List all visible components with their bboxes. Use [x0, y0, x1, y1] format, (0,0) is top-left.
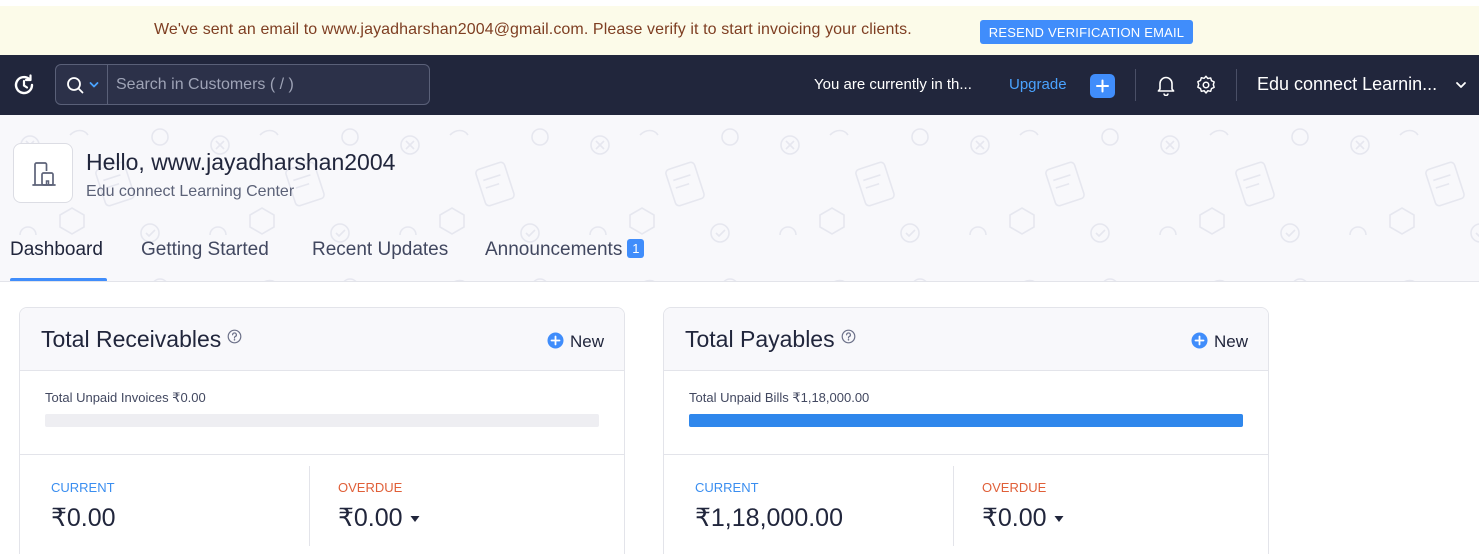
tab-recent-updates[interactable]: Recent Updates [312, 239, 448, 261]
card-header: Total Receivables New [20, 308, 624, 371]
greeting-heading: Hello, www.jayadharshan2004 [86, 149, 396, 175]
total-receivables-card: Total Receivables New Total Unpaid Invoi… [19, 307, 625, 554]
overdue-amount[interactable]: ₹0.00 [338, 503, 420, 533]
overdue-label: OVERDUE [338, 480, 403, 495]
new-bill-button[interactable]: New [1191, 332, 1248, 352]
nav-divider [1135, 69, 1136, 101]
card-title-text: Total Payables [685, 326, 835, 352]
current-label: CURRENT [51, 480, 115, 495]
overdue-amount[interactable]: ₹0.00 [982, 503, 1064, 533]
tab-getting-started[interactable]: Getting Started [141, 239, 269, 261]
overdue-amount-value: ₹0.00 [982, 504, 1047, 532]
verification-banner: We've sent an email to www.jayadharshan2… [0, 0, 1479, 55]
quick-create-button[interactable] [1090, 74, 1115, 98]
top-navbar: You are currently in th... Upgrade Edu c… [0, 55, 1479, 115]
refresh-logo-icon[interactable] [12, 73, 36, 97]
new-invoice-button[interactable]: New [547, 332, 604, 352]
organization-name: Edu connect Learning Center [86, 183, 295, 200]
tab-announcements[interactable]: Announcements 1 [485, 239, 645, 261]
caret-down-icon[interactable] [1054, 515, 1064, 523]
payables-progress-bar [689, 414, 1243, 427]
chevron-down-icon[interactable] [1455, 80, 1467, 90]
add-circle-icon [1191, 332, 1208, 349]
active-tab-indicator [10, 278, 107, 281]
bell-icon[interactable] [1156, 74, 1176, 96]
organization-avatar[interactable] [13, 143, 73, 203]
payables-progress-fill [689, 414, 1243, 427]
tab-dashboard[interactable]: Dashboard [10, 239, 103, 261]
current-label: CURRENT [695, 480, 759, 495]
unpaid-bills-label: Total Unpaid Bills ₹1,18,000.00 [689, 390, 870, 405]
current-amount[interactable]: ₹1,18,000.00 [695, 503, 843, 533]
receivables-progress-bar [45, 414, 599, 427]
chevron-down-icon[interactable] [89, 78, 99, 92]
new-button-label: New [1213, 332, 1248, 351]
announcements-count-badge: 1 [627, 239, 645, 258]
card-divider [20, 454, 624, 455]
resend-verification-button[interactable]: RESEND VERIFICATION EMAIL [980, 20, 1193, 44]
add-circle-icon [547, 332, 564, 349]
overdue-amount-value: ₹0.00 [338, 504, 403, 532]
organization-switcher[interactable]: Edu connect Learnin... [1257, 74, 1437, 95]
help-icon[interactable] [227, 329, 242, 344]
search-divider [107, 65, 108, 104]
unpaid-invoices-label: Total Unpaid Invoices ₹0.00 [45, 390, 206, 405]
help-icon[interactable] [841, 329, 856, 344]
search-box[interactable] [55, 64, 430, 105]
card-header: Total Payables New [664, 308, 1268, 371]
current-amount[interactable]: ₹0.00 [51, 503, 116, 533]
stat-divider [953, 466, 954, 546]
trial-status-text[interactable]: You are currently in th... [814, 76, 972, 93]
dashboard-header: Hello, www.jayadharshan2004 Edu connect … [0, 115, 1479, 282]
new-button-label: New [569, 332, 604, 351]
overdue-label: OVERDUE [982, 480, 1047, 495]
caret-down-icon[interactable] [410, 515, 420, 523]
stat-divider [309, 466, 310, 546]
card-title-text: Total Receivables [41, 326, 222, 352]
total-payables-card: Total Payables New Total Unpaid Bills ₹1… [663, 307, 1269, 554]
card-title: Total Receivables [41, 326, 242, 353]
search-icon[interactable] [66, 76, 86, 94]
banner-message: We've sent an email to www.jayadharshan2… [154, 21, 912, 38]
card-divider [664, 454, 1268, 455]
upgrade-link[interactable]: Upgrade [1009, 76, 1067, 93]
nav-divider [1236, 69, 1237, 101]
card-title: Total Payables [685, 326, 856, 353]
building-icon [32, 162, 56, 186]
plus-icon [1096, 79, 1109, 93]
gear-icon[interactable] [1195, 74, 1217, 96]
tab-announcements-label: Announcements [485, 239, 623, 260]
search-input[interactable] [116, 74, 416, 96]
